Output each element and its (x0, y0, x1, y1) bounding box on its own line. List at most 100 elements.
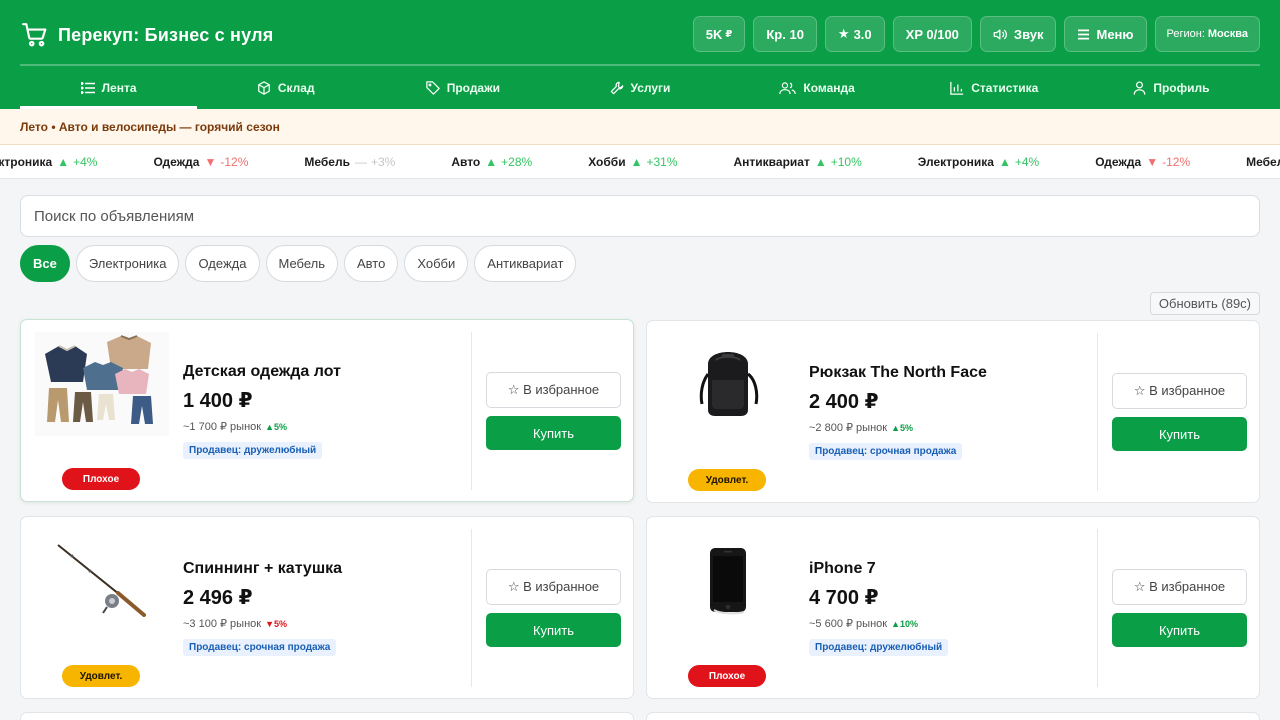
market-price-text: ~5 600 ₽ рынок (809, 618, 888, 630)
app-header: Перекуп: Бизнес с нуля 5K ₽ Кр. 10 ★ 3.0 X… (0, 0, 1280, 109)
ticker-item: Электроника ▲+4% (0, 155, 97, 169)
ticker-change: +4% (1014, 155, 1040, 169)
buy-button[interactable]: Купить (1112, 613, 1247, 647)
ticker-item: Электроника ▲+4% (918, 155, 1039, 169)
market-price-text: ~3 100 ₽ рынок (183, 618, 262, 630)
card-divider (1097, 333, 1098, 491)
search-input[interactable] (20, 195, 1260, 237)
market-price: ~1 700 ₽ рынок ▲5% (183, 420, 287, 433)
market-price-text: ~2 800 ₽ рынок (809, 422, 888, 434)
seller-badge: Продавец: дружелюбный (183, 442, 323, 459)
ticker-change: +31% (646, 155, 678, 169)
product-image (33, 529, 171, 633)
price-trend: ▲5% (891, 422, 914, 433)
main-tabs: Лента Склад Продажи Услуги Команда Стати… (20, 66, 1260, 109)
money-currency: ₽ (725, 28, 733, 40)
condition-badge: Удовлет. (62, 665, 140, 687)
favorite-button[interactable]: ☆ В избранное (1112, 373, 1247, 409)
condition-badge: Плохое (62, 468, 140, 490)
ticker-category: Хобби (588, 155, 626, 169)
tab-warehouse[interactable]: Склад (197, 66, 374, 109)
filter-pill[interactable]: Мебель (265, 245, 339, 282)
season-banner: Лето • Авто и велосипеды — горячий сезон (0, 109, 1280, 145)
buy-button[interactable]: Купить (486, 416, 621, 450)
condition-badge: Плохое (688, 665, 766, 687)
listing-card: Плохое iPhone 7 4 700 ₽ ~5 600 ₽ рынок ▲10% П… (646, 516, 1260, 699)
trend-arrow-icon: ▲ (998, 155, 1011, 169)
ticker-category: Одежда (1095, 155, 1142, 169)
card-divider (471, 332, 472, 490)
listing-price: 2 400 ₽ (809, 391, 879, 413)
price-trend: ▲10% (891, 618, 919, 629)
category-filters: Все Электроника Одежда Мебель Авто Хобби Антик… (20, 245, 577, 282)
xp-chip: XP 0/100 (892, 16, 972, 52)
market-price: ~2 800 ₽ рынок ▲5% (809, 421, 913, 434)
card-divider (1097, 529, 1098, 687)
menu-button[interactable]: Меню (1064, 16, 1147, 52)
tab-profile-label: Профиль (1153, 80, 1210, 95)
money-value: 5K (705, 26, 723, 42)
favorite-button[interactable]: ☆ В избранное (486, 569, 621, 605)
listing-title: iPhone 7 (809, 560, 876, 577)
tab-team-label: Команда (803, 80, 855, 95)
product-image (659, 529, 797, 633)
condition-badge: Удовлет. (688, 469, 766, 491)
seller-badge: Продавец: срочная продажа (183, 639, 337, 656)
listing-title: Спиннинг + катушка (183, 560, 343, 577)
ticker-item: Мебель (1246, 155, 1280, 169)
filter-pill[interactable]: Антиквариат (474, 245, 577, 282)
filter-pill[interactable]: Электроника (75, 245, 180, 282)
speaker-icon (993, 29, 1007, 39)
region-value: Москва (1207, 28, 1248, 40)
refresh-button[interactable]: Обновить (89с) (1149, 292, 1260, 315)
ticker-category: Одежда (153, 155, 200, 169)
listing-title: Детская одежда лот (183, 363, 341, 380)
favorite-button[interactable]: ☆ В избранное (486, 372, 621, 408)
listing-title: Рюкзак The North Face (809, 364, 987, 381)
filter-pill[interactable]: Хобби (404, 245, 469, 282)
user-icon (1133, 80, 1146, 95)
listing-price: 2 496 ₽ (183, 587, 253, 609)
trend-arrow-icon: ▲ (814, 155, 827, 169)
product-image (659, 333, 797, 437)
listing-price: 1 400 ₽ (183, 390, 253, 412)
sound-button[interactable]: Звук (979, 16, 1057, 52)
ticker-change: +3% (370, 155, 396, 169)
tab-sales-label: Продажи (446, 80, 500, 95)
ticker-change: -12% (1162, 155, 1191, 169)
tab-feed[interactable]: Лента (20, 66, 198, 109)
filter-pill[interactable]: Авто (344, 245, 399, 282)
menu-label: Меню (1096, 26, 1134, 42)
filter-pill[interactable]: Все (20, 245, 70, 282)
ticker-change: -12% (220, 155, 249, 169)
market-price: ~3 100 ₽ рынок ▼5% (183, 617, 287, 630)
listing-card: Удовлет. Спиннинг + катушка 2 496 ₽ ~3 100 … (20, 516, 634, 699)
seller-badge: Продавец: срочная продажа (809, 443, 963, 460)
ticker-item: Авто ▲ +28% (451, 155, 532, 169)
trend-arrow-icon: ▲ (57, 155, 70, 169)
ticker-change: +4% (73, 155, 98, 169)
tab-statistics[interactable]: Статистика (906, 66, 1083, 109)
tab-team[interactable]: Команда (729, 66, 906, 109)
tag-icon (425, 80, 440, 95)
credit-chip: Кр. 10 (753, 16, 817, 52)
buy-button[interactable]: Купить (486, 613, 621, 647)
favorite-button[interactable]: ☆ В избранное (1112, 569, 1247, 605)
chart-icon (950, 81, 964, 95)
tab-profile[interactable]: Профиль (1083, 66, 1260, 109)
buy-button[interactable]: Купить (1112, 417, 1247, 451)
tab-services-label: Услуги (630, 80, 671, 95)
cart-icon (22, 23, 47, 47)
tab-sales[interactable]: Продажи (374, 66, 551, 109)
price-trend: ▼5% (265, 618, 288, 629)
listing-card-partial (20, 712, 634, 720)
region-button[interactable]: Регион: Москва (1154, 16, 1260, 52)
listing-card: Плохое Детская одежда лот 1 400 ₽ ~1 700 ₽ … (20, 319, 634, 502)
ticker-category: Антиквариат (733, 155, 810, 169)
ticker-category: Авто (451, 155, 481, 169)
tab-services[interactable]: Услуги (551, 66, 728, 109)
tab-feed-label: Лента (101, 80, 137, 95)
team-icon (779, 81, 797, 94)
filter-pill[interactable]: Одежда (185, 245, 260, 282)
ticker-item: Хобби ▲ +31% (588, 155, 677, 169)
